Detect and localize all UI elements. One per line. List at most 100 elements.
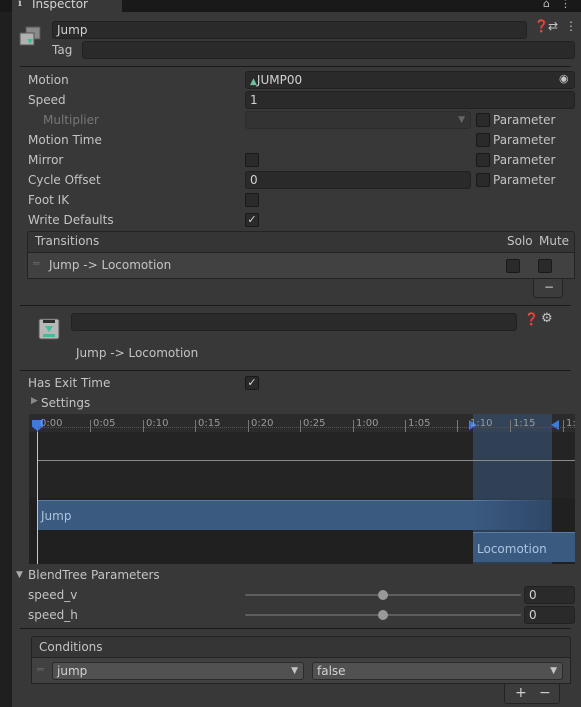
chevron-down-icon: ▼ [550,666,557,676]
transition-row[interactable]: ═ Jump -> Locomotion [27,253,575,279]
tick-9 [510,420,511,432]
tick-5 [300,420,301,432]
condition-parameter-value: jump [57,664,88,678]
settings-foldout-label[interactable]: Settings [41,396,90,410]
foot-ik-checkbox[interactable] [245,193,259,207]
multiplier-label: Multiplier [43,113,99,127]
speed-h-input[interactable]: 0 [524,606,575,624]
kebab-menu-icon[interactable]: ⋮ [560,0,571,10]
lock-icon[interactable]: ⌂ [543,0,550,10]
condition-mode-dropdown[interactable]: false ▼ [312,662,563,680]
dest-clip-bar[interactable]: Locomotion [473,532,575,562]
transition-name-input[interactable] [71,313,517,331]
motion-time-parameter-label: Parameter [493,133,556,147]
condition-mode-value: false [317,664,346,678]
mirror-label: Mirror [28,153,64,167]
tick-4 [248,420,249,432]
condition-parameter-dropdown[interactable]: jump ▼ [52,662,304,680]
blendtree-foldout-arrow-icon[interactable]: ▼ [16,570,23,580]
has-exit-time-checkbox[interactable]: ✓ [245,376,259,390]
conditions-header: Conditions [31,636,571,658]
tick-label-7: 1:05 [408,418,431,429]
mirror-parameter-checkbox[interactable] [476,153,490,167]
write-defaults-checkbox[interactable]: ✓ [245,213,259,227]
timeline-area[interactable]: Jump Locomotion [29,414,575,564]
tick-label-10: 1: [566,418,576,429]
cycle-offset-parameter-checkbox[interactable] [476,173,490,187]
mirror-parameter-label: Parameter [493,153,556,167]
condition-drag-handle-icon[interactable]: ═ [37,663,44,676]
transition-icon [37,318,61,340]
transition-row-label: Jump -> Locomotion [49,258,172,272]
tick-label-5: 0:25 [303,418,326,429]
settings-foldout-arrow-icon[interactable]: ▶ [31,396,38,406]
transitions-title: Transitions [35,234,100,248]
speed-v-slider-knob[interactable] [378,590,388,600]
tick-0 [37,420,38,432]
cycle-offset-input[interactable]: 0 [245,171,471,189]
has-exit-time-label: Has Exit Time [28,376,111,390]
gear-icon[interactable]: ⚙ [541,311,553,326]
help-icon-transition[interactable]: ❓ [524,312,539,326]
remove-condition-button[interactable]: − [539,685,551,701]
solo-checkbox[interactable] [506,259,520,273]
playhead-line [37,426,38,564]
speed-v-label: speed_v [28,588,78,602]
tick-label-0: 0:00 [40,418,63,429]
tick-8 [457,420,458,432]
add-condition-button[interactable]: + [515,685,527,701]
tick-10 [563,420,564,432]
mute-checkbox[interactable] [538,259,552,273]
kebab-icon[interactable]: ⋮ [565,19,577,33]
conditions-footer: + − [504,684,560,704]
tick-2 [143,420,144,432]
transitions-remove-button[interactable]: − [533,279,563,298]
transition-divider [20,370,571,371]
motion-time-parameter-checkbox[interactable] [476,133,490,147]
state-icon [18,24,42,48]
header-divider [20,66,571,67]
motion-field[interactable]: ▲JUMP00 [245,71,575,89]
animation-clip-icon: ▲ [250,77,257,87]
dest-clip-label: Locomotion [477,542,547,556]
blendtree-header[interactable]: BlendTree Parameters [28,568,160,582]
tag-input[interactable] [82,41,575,59]
chevron-down-icon: ▼ [458,115,465,125]
multiplier-parameter-checkbox[interactable] [476,113,490,127]
tick-6 [353,420,354,432]
tick-label-4: 0:20 [251,418,274,429]
drag-handle-icon[interactable]: ═ [33,257,40,270]
speed-h-label: speed_h [28,608,78,622]
transition-title: Jump -> Locomotion [76,346,199,360]
speed-v-input[interactable]: 0 [524,586,575,604]
speed-h-slider-knob[interactable] [378,610,388,620]
solo-column-label: Solo [507,234,533,248]
conditions-title: Conditions [39,640,103,654]
tick-label-9: 1:15 [513,418,536,429]
preset-icon[interactable]: ⇄ [548,19,558,33]
transitions-remove-label: − [544,280,555,294]
write-defaults-label: Write Defaults [28,213,114,227]
tick-label-8: 1:10 [470,418,493,429]
cycle-offset-parameter-label: Parameter [493,173,556,187]
speed-input[interactable]: 1 [245,91,575,109]
mirror-checkbox[interactable] [245,153,259,167]
tick-label-3: 0:15 [198,418,221,429]
tab-inspector[interactable]: ℹ Inspector [12,0,122,12]
transitions-header: Transitions Solo Mute [27,231,575,253]
multiplier-parameter-label: Parameter [493,113,556,127]
motion-time-label: Motion Time [28,133,102,147]
object-picker-icon[interactable]: ◉ [559,72,569,85]
blendtree-divider [20,628,571,629]
motion-label: Motion [28,73,69,87]
condition-row[interactable]: ═ jump ▼ false ▼ [31,658,571,684]
tick-label-6: 1:00 [356,418,379,429]
help-icon[interactable]: ❓ [534,19,549,33]
multiplier-dropdown[interactable]: ▼ [245,111,471,129]
chevron-down-icon: ▼ [291,666,298,676]
speed-label: Speed [28,93,66,107]
timeline-mid-line [37,460,575,461]
state-name-input[interactable]: Jump [52,21,527,39]
tick-label-2: 0:10 [146,418,169,429]
info-icon: ℹ [18,0,22,9]
